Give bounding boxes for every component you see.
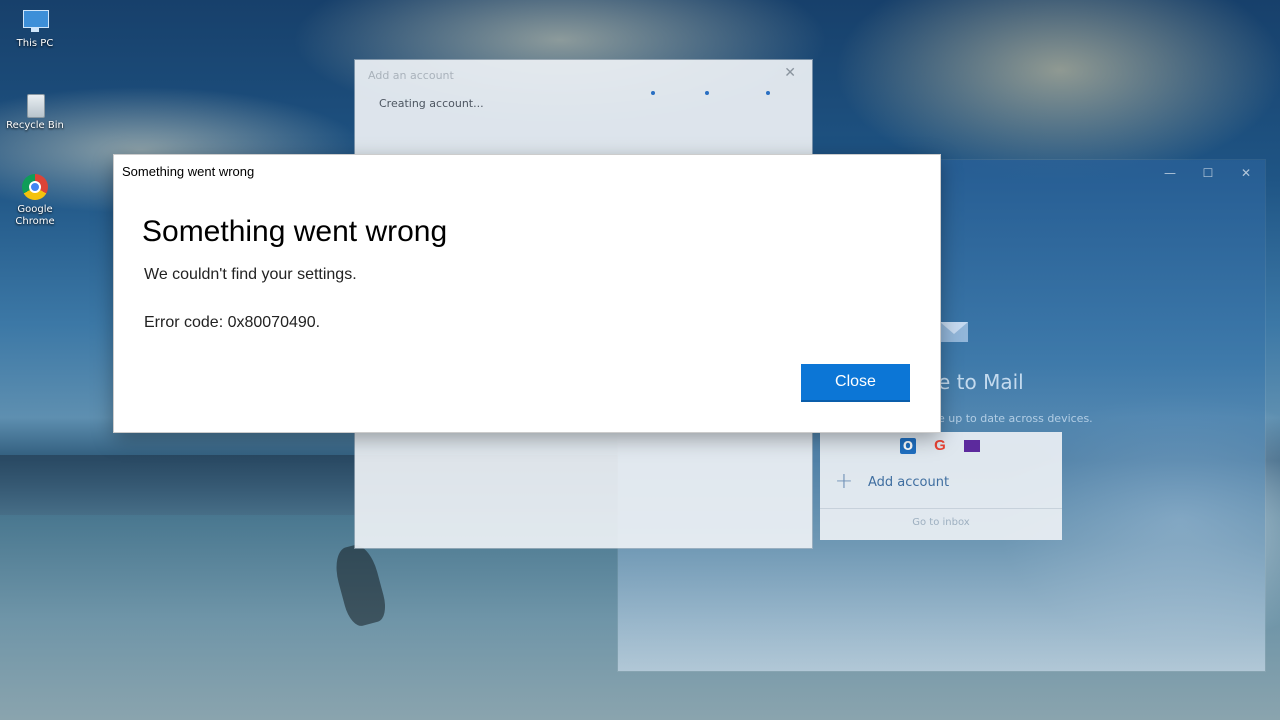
- account-provider-icons: O G: [900, 438, 980, 454]
- minimize-button[interactable]: —: [1161, 164, 1179, 182]
- desktop-icon-label: Recycle Bin: [6, 120, 64, 131]
- divider: [820, 508, 1062, 509]
- recycle-bin-icon: [20, 88, 50, 118]
- desktop-icon-this-pc[interactable]: This PC: [0, 6, 70, 50]
- beach-figure: [330, 541, 390, 629]
- add-account-label: Add account: [868, 474, 950, 490]
- creating-account-status: Creating account...: [379, 97, 484, 110]
- google-icon: G: [934, 437, 946, 454]
- plus-icon: +: [834, 469, 854, 494]
- maximize-button[interactable]: ☐: [1199, 164, 1217, 182]
- outlook-icon: O: [900, 438, 916, 454]
- mail-welcome-subtitle: e up to date across devices.: [938, 412, 1093, 425]
- error-code-text: Error code: 0x80070490.: [144, 314, 321, 331]
- dialog-heading: Something went wrong: [142, 215, 448, 248]
- chrome-icon: [20, 172, 50, 202]
- mail-welcome-title: e to Mail: [938, 370, 1024, 394]
- this-pc-icon: [20, 6, 50, 36]
- window-controls: — ☐ ✕: [1161, 164, 1255, 182]
- mail-logo-icon: [940, 318, 968, 346]
- desktop-icon-label: Google Chrome: [15, 204, 55, 227]
- close-button[interactable]: ✕: [1237, 164, 1255, 182]
- dialog-title: Something went wrong: [122, 164, 255, 179]
- dialog-message: We couldn't find your settings.: [144, 266, 357, 283]
- go-to-inbox-link[interactable]: Go to inbox: [820, 517, 1062, 528]
- account-card: O G + Add account Go to inbox: [820, 432, 1062, 540]
- desktop-icon-recycle-bin[interactable]: Recycle Bin: [0, 88, 70, 132]
- close-icon[interactable]: ✕: [784, 65, 796, 81]
- close-button[interactable]: Close: [801, 364, 910, 402]
- error-dialog: Something went wrong Something went wron…: [114, 155, 940, 432]
- yahoo-mail-icon: [964, 440, 980, 452]
- desktop-icon-google-chrome[interactable]: Google Chrome: [0, 172, 70, 228]
- add-account-window-title: Add an account: [368, 69, 454, 82]
- progress-dot: [705, 91, 709, 95]
- progress-dot: [766, 91, 770, 95]
- progress-dot: [651, 91, 655, 95]
- desktop-icon-label: This PC: [16, 38, 54, 49]
- add-account-button[interactable]: + Add account: [834, 469, 950, 494]
